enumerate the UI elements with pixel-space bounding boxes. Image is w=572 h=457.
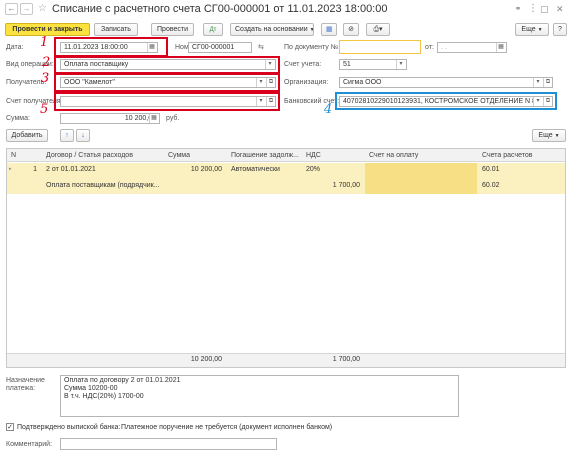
back-button[interactable]: ← (5, 3, 18, 15)
more-label: Еще (521, 26, 536, 33)
column-header-accounts[interactable]: Счета расчетов (479, 150, 559, 161)
organization-value: Сигма ООО (343, 79, 382, 86)
chevron-down-icon: ▼ (310, 27, 313, 33)
annotation-number-4: 4 (324, 102, 333, 117)
create-based-on-label: Создать на основании (235, 26, 308, 33)
chevron-down-icon[interactable]: ▾ (533, 78, 542, 87)
column-header-invoice[interactable]: Счет на оплату (366, 150, 476, 161)
annotation-box-recipient (54, 73, 280, 92)
favorite-star-icon[interactable]: ☆ (38, 3, 47, 15)
arrow-up-icon: ↑ (65, 132, 69, 139)
date-label: Дата: (6, 44, 24, 51)
account-label: Счет учета: (284, 61, 322, 68)
chevron-down-icon: ▼ (554, 133, 560, 139)
paperclip-icon: ⊘ (348, 26, 354, 33)
annotation-box-bank-account (335, 92, 557, 110)
bank-confirm-note: Платежное поручение не требуется (докуме… (121, 424, 333, 431)
bank-confirm-label[interactable]: Подтверждено выпиской банка: (17, 423, 120, 432)
column-header-n[interactable]: N (8, 150, 38, 161)
annotation-box-date (54, 37, 168, 57)
arrow-down-icon: ↓ (81, 132, 85, 139)
organization-field[interactable]: Сигма ООО (339, 77, 553, 88)
column-header-sum[interactable]: Сумма (165, 150, 225, 161)
structure-icon: ▦ (326, 26, 333, 33)
row-1-vat[interactable]: 20% (303, 164, 363, 176)
open-link-icon[interactable]: ⧉ (543, 78, 552, 87)
sum-label: Сумма: (6, 115, 30, 122)
purpose-text-line3: В т.ч. НДС(20%) 1700-00 (64, 393, 144, 400)
more-button[interactable]: Еще ▼ (515, 23, 549, 36)
bank-confirm-checkbox[interactable]: ✓ (6, 423, 14, 431)
calendar-icon[interactable]: ▦ (496, 43, 505, 52)
report-icon-button[interactable]: Дт (203, 23, 223, 36)
sum-field[interactable]: 10 200,00 (60, 113, 160, 124)
annotation-number-5: 5 (40, 102, 49, 117)
add-row-button[interactable]: Добавить (6, 129, 48, 142)
organization-label: Организация: (284, 79, 329, 86)
row-1-n: 1 (33, 166, 37, 173)
column-header-repayment[interactable]: Погашение задолж... (228, 150, 300, 161)
chevron-down-icon[interactable]: ▾ (396, 60, 405, 69)
footer-sum: 10 200,00 (190, 356, 222, 363)
table-footer (7, 353, 565, 367)
from-date-label: от: (425, 44, 434, 51)
purpose-text-line2: Сумма 10200-00 (64, 385, 118, 392)
help-button[interactable]: ? (553, 23, 567, 36)
chevron-down-icon: ▼ (537, 27, 543, 33)
invoice-cell-highlight (365, 163, 477, 194)
arrow-right-icon: → (22, 4, 31, 13)
comment-field[interactable] (60, 438, 277, 450)
link-icon[interactable]: ⚭ (513, 4, 523, 14)
comment-label: Комментарий: (6, 441, 53, 448)
row-1-repayment[interactable]: Автоматически (228, 164, 300, 176)
annotation-number-1: 1 (40, 35, 49, 50)
purpose-label-line2: платежа: (6, 385, 36, 392)
row-1-expense-item[interactable]: Оплата поставщикам (подрядчик... (43, 180, 163, 192)
row-expand-icon[interactable]: ▸ (9, 166, 15, 172)
more-vertical-icon[interactable]: ⋮ (528, 3, 538, 15)
attach-icon-button[interactable]: ⊘ (343, 23, 359, 36)
annotation-number-3: 3 (41, 71, 50, 86)
row-1-sum[interactable]: 10 200,00 (165, 164, 225, 176)
print-icon: ⎙▾ (373, 26, 383, 33)
table-more-label: Еще (538, 132, 553, 139)
number-value: СГ00-000001 (192, 44, 235, 51)
print-icon-button[interactable]: ⎙▾ (366, 23, 390, 36)
currency-label: руб. (166, 115, 180, 122)
account-value: 51 (343, 61, 351, 68)
annotation-box-recipient-account (54, 92, 280, 111)
dt-kt-icon: Дт (209, 27, 217, 33)
create-based-on-button[interactable]: Создать на основании ▼ (230, 23, 314, 36)
structure-icon-button[interactable]: ▦ (321, 23, 337, 36)
doc-number-label: По документу №: (284, 44, 341, 51)
doc-number-field[interactable] (339, 40, 421, 54)
purpose-textarea[interactable]: Оплата по договору 2 от 01.01.2021 Сумма… (60, 375, 459, 417)
number-edit-icon[interactable]: ⇆ (258, 43, 264, 51)
footer-vat: 1 700,00 (332, 356, 360, 363)
number-field[interactable]: СГ00-000001 (188, 42, 252, 53)
annotation-number-2: 2 (42, 55, 51, 70)
row-1-accounts[interactable]: 60.01 (479, 164, 559, 176)
column-header-vat[interactable]: НДС (303, 150, 363, 161)
maximize-icon[interactable]: ▢ (540, 3, 549, 15)
column-header-contract[interactable]: Договор / Статья расходов (43, 150, 163, 161)
forward-button[interactable]: → (20, 3, 33, 15)
window-title: Списание с расчетного счета СГ00-000001 … (52, 3, 388, 15)
title-bar: ← → ☆ Списание с расчетного счета СГ00-0… (0, 0, 572, 20)
calculator-icon[interactable]: ▦ (149, 114, 158, 123)
post-button[interactable]: Провести (151, 23, 194, 36)
row-1-vat-sum[interactable]: 1 700,00 (303, 180, 363, 192)
arrow-left-icon: ← (7, 4, 16, 13)
close-icon[interactable]: ✕ (556, 3, 564, 15)
from-date-value: . . (441, 44, 447, 51)
purpose-text-line1: Оплата по договору 2 от 01.01.2021 (64, 377, 181, 384)
row-1-accounts-2[interactable]: 60.02 (479, 180, 559, 192)
annotation-box-operation (54, 56, 280, 74)
save-button[interactable]: Записать (94, 23, 138, 36)
move-down-button[interactable]: ↓ (76, 129, 90, 142)
row-1-contract[interactable]: 2 от 01.01.2021 (43, 164, 163, 176)
move-up-button[interactable]: ↑ (60, 129, 74, 142)
table-more-button[interactable]: Еще ▼ (532, 129, 566, 142)
